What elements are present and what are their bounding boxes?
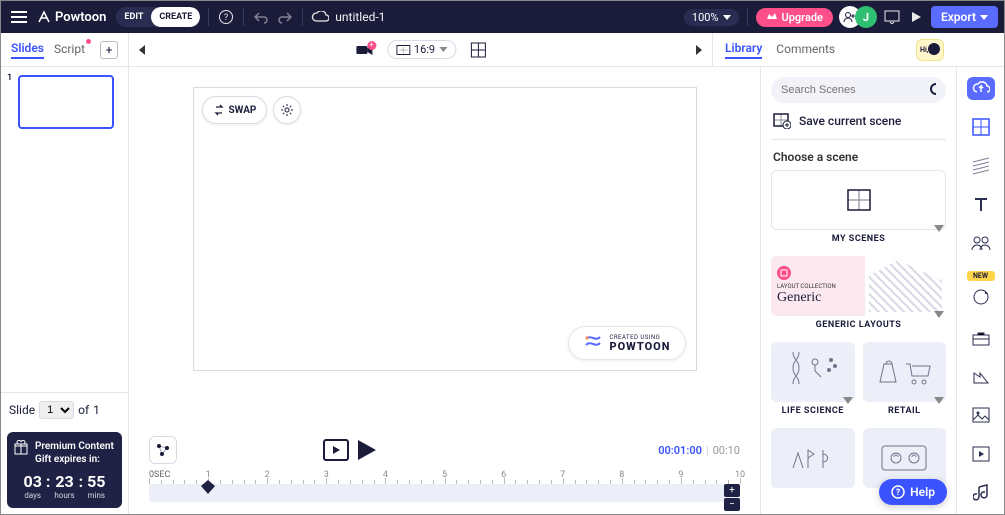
rail-images[interactable] bbox=[967, 404, 995, 427]
mode-edit[interactable]: EDIT bbox=[116, 7, 151, 27]
user-avatar[interactable]: J bbox=[855, 6, 877, 28]
tab-script[interactable]: Script bbox=[54, 42, 85, 58]
export-label: Export bbox=[941, 10, 976, 24]
stage[interactable]: SWAP CREATED USING POWTOON bbox=[193, 87, 697, 371]
effects-button[interactable] bbox=[149, 436, 177, 464]
new-badge: NEW bbox=[967, 271, 995, 281]
rail-scenes[interactable] bbox=[967, 116, 995, 139]
zoom-control[interactable]: 100% bbox=[684, 9, 739, 26]
search-input[interactable] bbox=[781, 84, 923, 96]
next-slide-button[interactable] bbox=[686, 45, 712, 55]
upgrade-label: Upgrade bbox=[782, 11, 823, 24]
svg-text:?: ? bbox=[224, 13, 228, 23]
present-icon[interactable] bbox=[883, 8, 901, 26]
tab-slides[interactable]: Slides bbox=[11, 41, 44, 59]
card-generic-layouts[interactable]: LAYOUT COLLECTION Generic GENERIC LAYOUT… bbox=[771, 256, 946, 334]
canvas-area: SWAP CREATED USING POWTOON bbox=[129, 67, 760, 514]
playback-bar: 00:01:00 | 00:10 bbox=[129, 432, 760, 468]
card-retail[interactable]: RETAIL bbox=[863, 342, 947, 420]
notification-dot bbox=[86, 39, 91, 44]
timeline-zoom-out[interactable]: − bbox=[724, 498, 740, 511]
export-button[interactable]: Export bbox=[931, 6, 998, 28]
brand-text: Powtoon bbox=[55, 10, 106, 25]
zoom-value: 100% bbox=[692, 11, 719, 24]
rail-characters[interactable] bbox=[967, 232, 995, 255]
rail-props[interactable] bbox=[967, 327, 995, 350]
redo-icon[interactable] bbox=[276, 8, 294, 26]
top-bar: Powtoon EDIT CREATE ? untitled-1 100% Up… bbox=[1, 1, 1004, 33]
playhead[interactable] bbox=[201, 480, 215, 494]
time-total: 00:10 bbox=[713, 444, 740, 457]
upload-button[interactable] bbox=[967, 77, 995, 100]
menu-icon[interactable] bbox=[7, 7, 31, 27]
timeline-zoom-in[interactable]: + bbox=[724, 484, 740, 497]
play-button[interactable] bbox=[355, 439, 377, 461]
rail-audio[interactable] bbox=[967, 481, 995, 504]
rail-text[interactable] bbox=[967, 193, 995, 216]
rail-shapes[interactable] bbox=[967, 365, 995, 388]
cloud-save-icon[interactable] bbox=[311, 8, 329, 26]
chevron-down-icon bbox=[843, 397, 853, 404]
record-badge: + bbox=[367, 41, 376, 50]
undo-icon[interactable] bbox=[252, 8, 270, 26]
chevron-down-icon bbox=[934, 225, 944, 232]
rail-stickers[interactable] bbox=[967, 283, 995, 311]
help-button[interactable]: ? Help bbox=[879, 479, 947, 505]
stage-settings-button[interactable] bbox=[273, 96, 301, 124]
rail-background[interactable] bbox=[967, 154, 995, 177]
aspect-ratio-select[interactable]: 16:9 bbox=[387, 40, 456, 59]
doc-title[interactable]: untitled-1 bbox=[335, 10, 385, 24]
swap-button[interactable]: SWAP bbox=[202, 96, 268, 124]
save-scene-button[interactable]: Save current scene bbox=[771, 103, 946, 140]
premium-promo[interactable]: Premium Content Gift expires in: 03days … bbox=[7, 432, 122, 508]
search-scenes[interactable] bbox=[771, 77, 946, 103]
slide-thumb-1[interactable]: 1 bbox=[9, 75, 120, 129]
slides-panel: 1 Slide 1 of 1 Premium Content Gift expi… bbox=[1, 67, 129, 514]
record-button[interactable]: + bbox=[355, 43, 373, 57]
brand-logo[interactable]: Powtoon bbox=[37, 10, 106, 25]
search-icon[interactable] bbox=[929, 82, 936, 98]
help-icon[interactable]: ? bbox=[217, 8, 235, 26]
slide-number: 1 bbox=[7, 73, 12, 83]
ratio-value: 16:9 bbox=[414, 43, 435, 56]
svg-text:?: ? bbox=[896, 488, 901, 498]
play-section-button[interactable] bbox=[323, 439, 349, 461]
watermark: CREATED USING POWTOON bbox=[568, 326, 685, 360]
card-life-science[interactable]: LIFE SCIENCE bbox=[771, 342, 855, 420]
chevron-down-icon bbox=[980, 15, 988, 20]
chevron-down-icon bbox=[934, 311, 944, 318]
slide-selector: Slide 1 of 1 bbox=[1, 392, 128, 426]
layout-grid-icon[interactable] bbox=[470, 42, 486, 58]
add-slide-button[interactable]: + bbox=[100, 41, 118, 59]
prev-slide-button[interactable] bbox=[129, 45, 155, 55]
choose-scene-label: Choose a scene bbox=[771, 140, 946, 170]
rail-video[interactable] bbox=[967, 443, 995, 466]
library-panel: Save current scene Choose a scene MY SCE… bbox=[760, 67, 956, 514]
upgrade-button[interactable]: Upgrade bbox=[756, 8, 833, 27]
tab-library[interactable]: Library bbox=[725, 41, 762, 59]
chevron-down-icon bbox=[723, 15, 731, 20]
slide-dropdown[interactable]: 1 bbox=[39, 401, 74, 419]
second-bar: Slides Script + + 16:9 Library Comments bbox=[1, 33, 1004, 67]
time-current: 00:01:00 bbox=[658, 444, 702, 457]
play-preview-icon[interactable] bbox=[907, 8, 925, 26]
card-extra-1[interactable] bbox=[771, 428, 855, 488]
hi-badge[interactable]: Hi, bbox=[916, 39, 944, 61]
mode-create[interactable]: CREATE bbox=[151, 7, 200, 27]
card-my-scenes[interactable]: MY SCENES bbox=[771, 170, 946, 248]
chevron-down-icon bbox=[439, 47, 447, 52]
tool-rail: NEW bbox=[956, 67, 1004, 514]
chevron-down-icon bbox=[934, 397, 944, 404]
tab-comments[interactable]: Comments bbox=[776, 42, 835, 58]
timeline[interactable]: 0SEC 12345678910 + − bbox=[129, 468, 760, 514]
mode-toggle[interactable]: EDIT CREATE bbox=[116, 7, 200, 27]
